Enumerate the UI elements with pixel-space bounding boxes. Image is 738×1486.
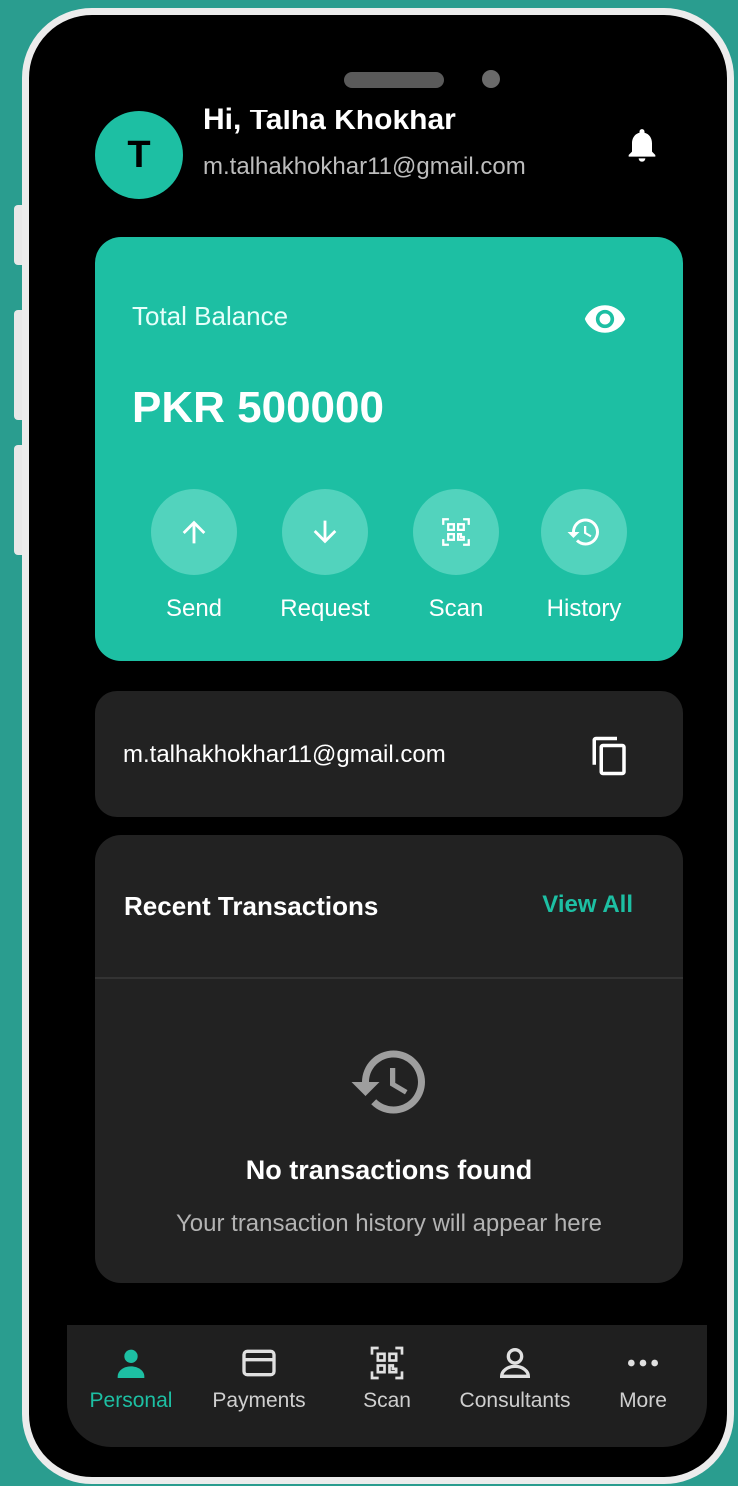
balance-label: Total Balance (132, 301, 289, 331)
empty-state-subtitle: Your transaction history will appear her… (175, 1210, 602, 1237)
transactions-title: Recent Transactions (124, 891, 379, 921)
history-label: History (546, 595, 622, 622)
balance-amount: PKR 500000 (132, 383, 384, 432)
avatar[interactable]: T (95, 111, 183, 199)
nav-item-personal[interactable]: Personal (67, 1325, 195, 1445)
history-button[interactable]: History (524, 489, 644, 623)
divider (95, 977, 683, 979)
user-outline-icon (499, 1348, 531, 1378)
header-email: m.talhakhokhar11@gmail.com (203, 153, 526, 180)
account-email: m.talhakhokhar11@gmail.com (123, 741, 446, 768)
send-button[interactable]: Send (134, 489, 254, 623)
request-label: Request (280, 595, 370, 622)
send-label: Send (165, 595, 223, 622)
nav-item-scan[interactable]: Scan (323, 1325, 451, 1445)
nav-item-consultants[interactable]: Consultants (451, 1325, 579, 1445)
nav-label-payments: Payments (212, 1389, 306, 1412)
app-screen: T Hi, Talha Khokhar m.talhakhokhar11@gma… (67, 55, 707, 1447)
arrow-up-icon (182, 520, 206, 544)
nav-label-scan: Scan (363, 1389, 411, 1412)
nav-label-more: More (619, 1389, 667, 1412)
scan-button[interactable]: Scan (396, 489, 516, 623)
scan-label: Scan (428, 595, 484, 622)
speaker-grille (344, 72, 444, 88)
nav-item-payments[interactable]: Payments (195, 1325, 323, 1445)
front-camera (482, 70, 500, 88)
history-icon (567, 518, 599, 546)
request-button[interactable]: Request (265, 489, 385, 623)
copy-icon[interactable] (589, 735, 631, 777)
account-email-card: m.talhakhokhar11@gmail.com (95, 691, 683, 817)
view-all-link[interactable]: View All (542, 891, 633, 919)
history-icon (351, 1050, 425, 1114)
transactions-card: Recent Transactions View All No transact… (95, 835, 683, 1283)
phone-frame: T Hi, Talha Khokhar m.talhakhokhar11@gma… (22, 8, 734, 1484)
more-dots-icon (628, 1359, 658, 1367)
nav-label-consultants: Consultants (459, 1389, 571, 1412)
bottom-nav: Personal Payments Scan Consultants More (67, 1325, 707, 1447)
empty-state-title: No transactions found (245, 1155, 533, 1185)
phone-notch (224, 15, 584, 110)
eye-icon[interactable] (583, 297, 627, 341)
nav-item-more[interactable]: More (579, 1325, 707, 1445)
balance-card: Total Balance PKR 500000 Send Request Sc… (95, 237, 683, 661)
bell-icon[interactable] (622, 125, 662, 165)
qr-scan-icon (442, 518, 470, 546)
qr-scan-icon (370, 1346, 404, 1380)
arrow-down-icon (313, 520, 337, 544)
person-icon (117, 1349, 145, 1378)
card-icon (242, 1349, 276, 1377)
